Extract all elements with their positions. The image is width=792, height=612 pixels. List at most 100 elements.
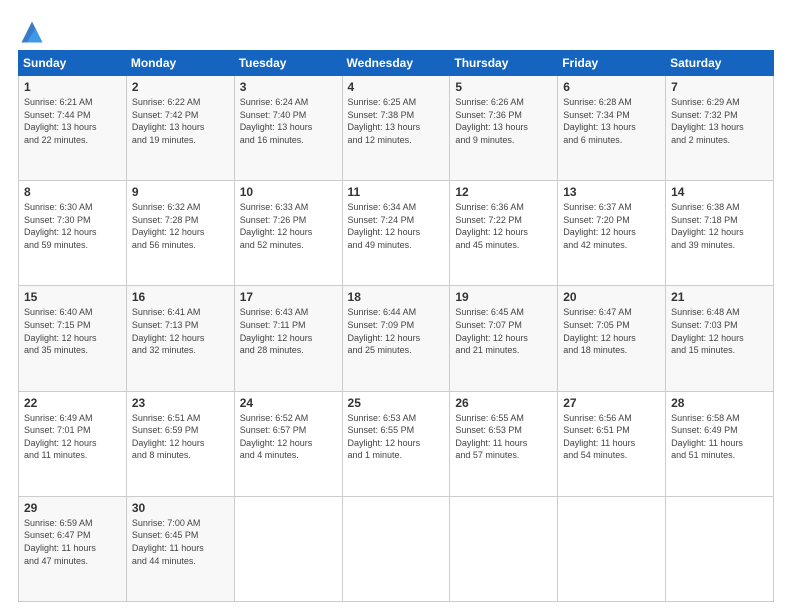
day-info-line: Sunset: 7:07 PM (455, 319, 552, 332)
day-info-line: Sunrise: 6:56 AM (563, 412, 660, 425)
day-info-line: Sunset: 6:51 PM (563, 424, 660, 437)
day-number: 28 (671, 396, 768, 410)
day-info-line: Sunrise: 6:45 AM (455, 306, 552, 319)
day-info-line: Sunrise: 6:44 AM (348, 306, 445, 319)
day-number: 5 (455, 80, 552, 94)
day-info-line: and 42 minutes. (563, 239, 660, 252)
day-info-line: Sunrise: 6:37 AM (563, 201, 660, 214)
day-info-line: Daylight: 12 hours (348, 437, 445, 450)
day-info-line: Sunrise: 6:41 AM (132, 306, 229, 319)
col-thursday: Thursday (450, 51, 558, 76)
day-number: 2 (132, 80, 229, 94)
day-info-line: Sunset: 7:36 PM (455, 109, 552, 122)
calendar-header: Sunday Monday Tuesday Wednesday Thursday… (19, 51, 774, 76)
day-info-line: Sunrise: 6:32 AM (132, 201, 229, 214)
day-info-line: Sunset: 6:47 PM (24, 529, 121, 542)
day-number: 17 (240, 290, 337, 304)
day-info-line: and 6 minutes. (563, 134, 660, 147)
day-header-row: Sunday Monday Tuesday Wednesday Thursday… (19, 51, 774, 76)
day-number: 16 (132, 290, 229, 304)
day-number: 3 (240, 80, 337, 94)
day-info-line: Daylight: 12 hours (132, 226, 229, 239)
day-number: 25 (348, 396, 445, 410)
day-info-line: Sunrise: 6:55 AM (455, 412, 552, 425)
calendar-cell: 24Sunrise: 6:52 AMSunset: 6:57 PMDayligh… (234, 391, 342, 496)
day-info-line: and 11 minutes. (24, 449, 121, 462)
day-info-line: Sunrise: 6:26 AM (455, 96, 552, 109)
day-info-line: Daylight: 13 hours (24, 121, 121, 134)
calendar-cell: 25Sunrise: 6:53 AMSunset: 6:55 PMDayligh… (342, 391, 450, 496)
col-saturday: Saturday (666, 51, 774, 76)
calendar-week-row: 1Sunrise: 6:21 AMSunset: 7:44 PMDaylight… (19, 76, 774, 181)
calendar-cell: 26Sunrise: 6:55 AMSunset: 6:53 PMDayligh… (450, 391, 558, 496)
day-info-line: and 16 minutes. (240, 134, 337, 147)
day-info-line: Sunset: 6:53 PM (455, 424, 552, 437)
day-number: 21 (671, 290, 768, 304)
calendar-body: 1Sunrise: 6:21 AMSunset: 7:44 PMDaylight… (19, 76, 774, 602)
day-info-line: and 51 minutes. (671, 449, 768, 462)
day-info-line: and 8 minutes. (132, 449, 229, 462)
logo-icon (18, 18, 46, 46)
day-info-line: Daylight: 12 hours (24, 332, 121, 345)
day-info-line: Sunset: 7:05 PM (563, 319, 660, 332)
day-info-line: Sunset: 7:30 PM (24, 214, 121, 227)
calendar-cell: 3Sunrise: 6:24 AMSunset: 7:40 PMDaylight… (234, 76, 342, 181)
calendar-cell: 21Sunrise: 6:48 AMSunset: 7:03 PMDayligh… (666, 286, 774, 391)
calendar-cell (558, 496, 666, 601)
day-info-line: Sunrise: 6:28 AM (563, 96, 660, 109)
day-number: 22 (24, 396, 121, 410)
day-info-line: and 2 minutes. (671, 134, 768, 147)
day-number: 15 (24, 290, 121, 304)
calendar-table: Sunday Monday Tuesday Wednesday Thursday… (18, 50, 774, 602)
day-info-line: Sunset: 6:55 PM (348, 424, 445, 437)
logo (18, 18, 50, 46)
day-info-line: and 49 minutes. (348, 239, 445, 252)
day-info-line: and 22 minutes. (24, 134, 121, 147)
day-info-line: Sunrise: 6:43 AM (240, 306, 337, 319)
day-info-line: Daylight: 12 hours (132, 437, 229, 450)
calendar-cell: 10Sunrise: 6:33 AMSunset: 7:26 PMDayligh… (234, 181, 342, 286)
calendar-cell: 30Sunrise: 7:00 AMSunset: 6:45 PMDayligh… (126, 496, 234, 601)
calendar-cell: 1Sunrise: 6:21 AMSunset: 7:44 PMDaylight… (19, 76, 127, 181)
day-number: 27 (563, 396, 660, 410)
day-info-line: and 15 minutes. (671, 344, 768, 357)
day-info-line: Sunset: 7:20 PM (563, 214, 660, 227)
day-info-line: Daylight: 12 hours (240, 437, 337, 450)
day-info-line: Sunrise: 6:59 AM (24, 517, 121, 530)
day-info-line: Sunset: 6:57 PM (240, 424, 337, 437)
day-info-line: Sunset: 7:18 PM (671, 214, 768, 227)
day-info-line: and 57 minutes. (455, 449, 552, 462)
day-number: 6 (563, 80, 660, 94)
day-info-line: Sunrise: 6:52 AM (240, 412, 337, 425)
calendar-cell (342, 496, 450, 601)
day-info-line: Daylight: 11 hours (563, 437, 660, 450)
calendar-cell: 18Sunrise: 6:44 AMSunset: 7:09 PMDayligh… (342, 286, 450, 391)
calendar-cell: 28Sunrise: 6:58 AMSunset: 6:49 PMDayligh… (666, 391, 774, 496)
day-info-line: Daylight: 12 hours (671, 332, 768, 345)
day-number: 1 (24, 80, 121, 94)
calendar-cell: 17Sunrise: 6:43 AMSunset: 7:11 PMDayligh… (234, 286, 342, 391)
day-info-line: Daylight: 12 hours (455, 226, 552, 239)
day-info-line: Daylight: 13 hours (132, 121, 229, 134)
day-info-line: Sunrise: 6:21 AM (24, 96, 121, 109)
day-info-line: Daylight: 11 hours (671, 437, 768, 450)
calendar-cell: 7Sunrise: 6:29 AMSunset: 7:32 PMDaylight… (666, 76, 774, 181)
day-info-line: Daylight: 13 hours (240, 121, 337, 134)
day-info-line: Sunrise: 6:58 AM (671, 412, 768, 425)
day-number: 7 (671, 80, 768, 94)
calendar-cell: 29Sunrise: 6:59 AMSunset: 6:47 PMDayligh… (19, 496, 127, 601)
col-sunday: Sunday (19, 51, 127, 76)
calendar-cell: 5 Sunrise: 6:26 AMSunset: 7:36 PMDaylight… (450, 76, 558, 181)
header (18, 18, 774, 46)
day-info-line: Daylight: 13 hours (455, 121, 552, 134)
day-number: 14 (671, 185, 768, 199)
day-number: 8 (24, 185, 121, 199)
day-info-line: Sunrise: 6:30 AM (24, 201, 121, 214)
calendar-cell: 6Sunrise: 6:28 AMSunset: 7:34 PMDaylight… (558, 76, 666, 181)
calendar-cell: 22Sunrise: 6:49 AMSunset: 7:01 PMDayligh… (19, 391, 127, 496)
day-info-line: Sunset: 7:09 PM (348, 319, 445, 332)
day-info-line: Sunset: 7:26 PM (240, 214, 337, 227)
day-info-line: Daylight: 12 hours (563, 332, 660, 345)
day-number: 9 (132, 185, 229, 199)
day-info-line: Daylight: 11 hours (455, 437, 552, 450)
